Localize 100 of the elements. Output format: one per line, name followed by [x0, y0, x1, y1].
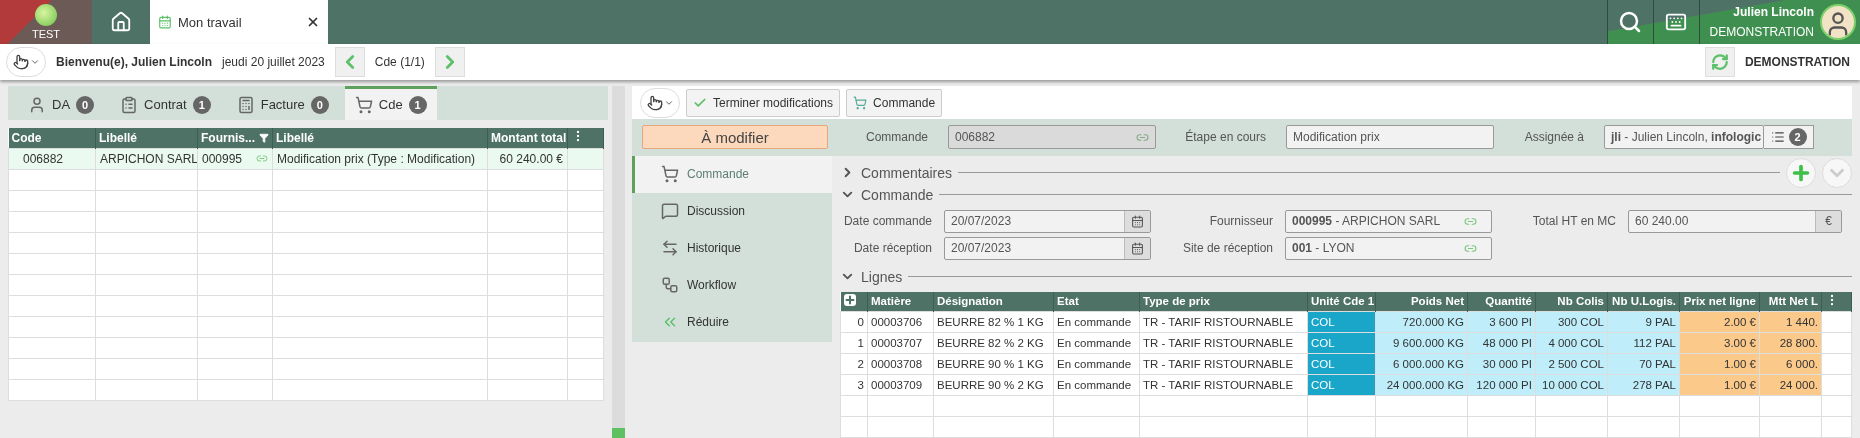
- column-header[interactable]: Poids Net: [1375, 291, 1468, 312]
- calculator-icon: [236, 95, 255, 114]
- nav-item[interactable]: Historique: [632, 229, 832, 267]
- input-field[interactable]: 001 - LYON: [1285, 236, 1492, 260]
- section-title: Commande: [861, 186, 934, 203]
- column-header[interactable]: Unité Cde 1: [1307, 291, 1376, 312]
- touch-menu-button[interactable]: [6, 47, 46, 77]
- table-cell: 00003706: [867, 311, 934, 333]
- column-header[interactable]: Nb Colis: [1535, 291, 1608, 312]
- input-field[interactable]: 000995 - ARPICHON SARL: [1285, 209, 1492, 233]
- pointer-icon: [646, 94, 663, 111]
- table-cell: En commande: [1053, 353, 1140, 375]
- column-header[interactable]: Libellé: [95, 128, 198, 148]
- table-cell: TR - TARIF RISTOURNABLE: [1139, 332, 1308, 354]
- pointer-icon: [12, 54, 29, 70]
- column-header[interactable]: Mtt Net L: [1759, 291, 1822, 312]
- column-header[interactable]: Etat: [1053, 291, 1140, 312]
- table-cell: 00003707: [867, 332, 934, 354]
- column-header[interactable]: Nb U.Logis.: [1607, 291, 1680, 312]
- plus-icon: [843, 294, 856, 307]
- table-cell: 006882: [8, 148, 96, 169]
- table-cell: Modification prix (Type : Modification): [272, 148, 488, 169]
- work-tab[interactable]: Contrat 1: [110, 86, 221, 120]
- column-header[interactable]: Matière: [867, 291, 934, 312]
- arrows-icon: [661, 239, 679, 257]
- table-cell: COL: [1307, 311, 1376, 333]
- filter-icon[interactable]: [259, 131, 269, 144]
- environment-tile[interactable]: TEST: [0, 0, 92, 44]
- splitter-handle[interactable]: [612, 428, 625, 438]
- table-cell: 00003709: [867, 374, 934, 396]
- column-header[interactable]: Montant total: [487, 128, 568, 148]
- nav-item[interactable]: Réduire: [632, 303, 832, 341]
- nav-item[interactable]: Discussion: [632, 192, 832, 230]
- work-tab[interactable]: Cde 1: [344, 86, 437, 120]
- count-badge: 2: [1788, 128, 1807, 147]
- work-tab[interactable]: Facture 0: [226, 86, 339, 120]
- field-label: Site de réception: [1181, 241, 1273, 255]
- column-header[interactable]: Quantité: [1467, 291, 1536, 312]
- column-header[interactable]: Prix net ligne: [1679, 291, 1760, 312]
- workflow-icon: [661, 276, 679, 294]
- column-header[interactable]: Code: [8, 128, 96, 148]
- nav-item[interactable]: Workflow: [632, 266, 832, 304]
- table-cell: 000995: [197, 148, 273, 169]
- row-number: 3: [840, 374, 868, 396]
- refresh-icon: [1710, 53, 1729, 71]
- close-icon[interactable]: [306, 15, 320, 29]
- cart-icon: [853, 95, 868, 110]
- column-header[interactable]: Désignation: [933, 291, 1054, 312]
- touch-menu-button[interactable]: [640, 87, 680, 118]
- column-header[interactable]: Fournis...: [197, 128, 273, 148]
- work-tab[interactable]: DA 0: [18, 86, 105, 120]
- input-field[interactable]: 60 240.00 €: [1628, 209, 1842, 233]
- count-badge: 0: [76, 95, 95, 114]
- count-badge: 0: [310, 95, 329, 114]
- search-icon: [1618, 10, 1643, 34]
- row-number: 1: [840, 332, 868, 354]
- current-date: jeudi 20 juillet 2023: [222, 55, 325, 69]
- column-header[interactable]: Libellé: [272, 128, 488, 148]
- cart-icon: [354, 95, 373, 114]
- header-field[interactable]: jli - Julien Lincoln, infologic: [1604, 125, 1764, 150]
- table-cell: 1 440.: [1759, 311, 1822, 333]
- caret-icon: [29, 57, 40, 67]
- document-tab[interactable]: Mon travail: [150, 0, 328, 44]
- nav-item[interactable]: Commande: [632, 155, 832, 193]
- count-badge: 1: [192, 95, 211, 114]
- table-cell: En commande: [1053, 311, 1140, 333]
- field-label: Fournisseur: [1208, 214, 1273, 228]
- currency-label: €: [1815, 210, 1841, 232]
- field-label: Date réception: [852, 241, 932, 255]
- welcome-text: Bienvenu(e), Julien Lincoln: [56, 55, 213, 69]
- site-name: DEMONSTRATION: [1744, 55, 1850, 69]
- calendar-icon[interactable]: [1124, 237, 1150, 259]
- date-field[interactable]: 20/07/2023: [944, 209, 1151, 233]
- table-cell: 9 PAL: [1607, 311, 1680, 333]
- field-label: Date commande: [842, 214, 932, 228]
- field-label: Assignée à: [1523, 130, 1585, 145]
- pager-text: Cde (1/1): [374, 55, 425, 69]
- avatar[interactable]: [1820, 4, 1856, 40]
- keyboard-icon: [1665, 11, 1688, 33]
- table-cell: En commande: [1053, 332, 1140, 354]
- table-cell: 60 240.00 €: [487, 148, 568, 169]
- toolbar-button[interactable]: Commande: [846, 88, 943, 117]
- table-cell: 720.000 KG: [1375, 311, 1468, 333]
- calendar-icon[interactable]: [1124, 210, 1150, 232]
- cart-icon: [661, 165, 679, 183]
- environment-label: TEST: [31, 28, 61, 40]
- table-cell: 300 COL: [1535, 311, 1608, 333]
- row-number: 2: [840, 353, 868, 375]
- user-company: DEMONSTRATION: [1709, 25, 1814, 39]
- table-cell: BEURRE 90 % 2 KG: [933, 374, 1054, 396]
- status-badge: À modifier: [642, 125, 828, 150]
- date-field[interactable]: 20/07/2023: [944, 236, 1151, 260]
- column-header[interactable]: Type de prix: [1139, 291, 1308, 312]
- toolbar-button[interactable]: Terminer modifications: [686, 88, 841, 117]
- header-field[interactable]: Modification prix: [1286, 125, 1494, 150]
- assignee-list-button[interactable]: 2: [1764, 125, 1814, 150]
- field-label: Commande: [864, 130, 929, 145]
- table-cell: 00003708: [867, 353, 934, 375]
- column-menu-header[interactable]: [1821, 291, 1852, 312]
- add-row-header[interactable]: [840, 291, 868, 312]
